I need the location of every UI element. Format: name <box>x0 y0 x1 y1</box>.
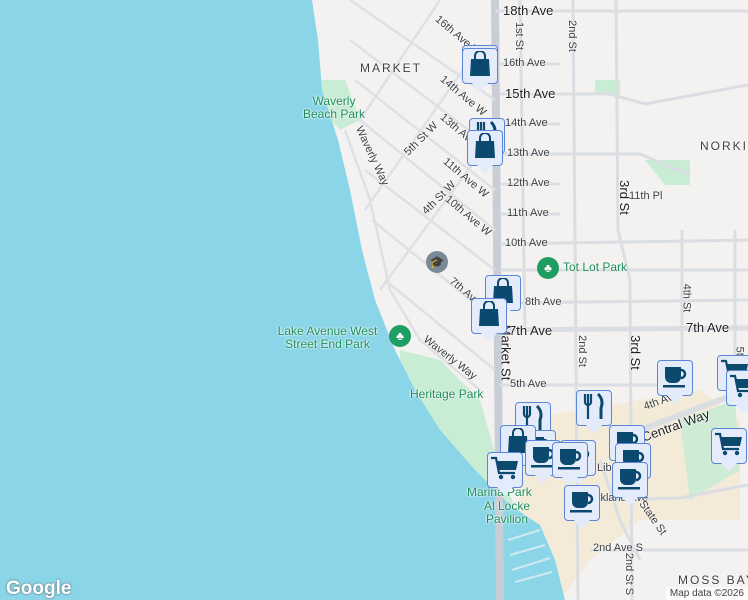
park-label[interactable]: Lake Avenue West Street End Park <box>265 325 390 351</box>
park-pin-icon[interactable]: ♣ <box>537 257 559 279</box>
street-label: 2nd St S <box>623 552 636 596</box>
park-label[interactable]: Al Locke Pavilion <box>477 500 537 526</box>
shopping-bag-icon <box>477 299 501 332</box>
street-label: 11th Ave <box>507 207 549 219</box>
street-label: 11th Pl <box>629 190 663 202</box>
shopping-bag-marker[interactable] <box>462 48 498 92</box>
restaurant-icon <box>582 392 606 425</box>
street-label: 14th Ave <box>505 117 548 129</box>
park-pin-icon[interactable]: ♣ <box>389 325 411 347</box>
shopping-cart-marker[interactable] <box>711 428 747 472</box>
street-label: 8th Ave <box>525 296 562 308</box>
park-label[interactable]: Waverly Beach Park <box>298 95 370 121</box>
coffee-icon <box>661 364 689 393</box>
street-label: 3rd St <box>627 335 643 370</box>
street-label: 7th Ave <box>686 320 730 335</box>
shopping-bag-marker[interactable] <box>471 298 507 342</box>
coffee-marker[interactable] <box>552 442 588 486</box>
shopping-bag-marker[interactable] <box>467 130 503 174</box>
map-attribution[interactable]: Map data ©2026 <box>665 587 748 600</box>
neighborhood-label: NORKIRK <box>700 139 748 153</box>
shopping-cart-icon <box>729 373 748 404</box>
street-label: 18th Ave <box>503 3 554 18</box>
street-label: 2nd St <box>575 335 588 367</box>
google-logo: Google <box>6 578 72 599</box>
street-label: 15th Ave <box>505 86 556 101</box>
shopping-cart-marker[interactable] <box>726 370 748 414</box>
street-label: 1st St <box>513 21 526 51</box>
shopping-cart-icon <box>714 431 744 462</box>
street-label: 16th Ave <box>503 57 546 69</box>
library-label: Lib <box>597 462 612 474</box>
coffee-marker[interactable] <box>657 360 693 404</box>
street-label: 2nd St <box>565 20 578 52</box>
street-label: 3rd St <box>616 180 632 215</box>
street-label: 12th Ave <box>507 177 550 189</box>
school-pin-icon[interactable]: 🎓 <box>426 251 448 273</box>
street-label: 2nd Ave S <box>593 542 643 554</box>
coffee-icon <box>556 446 584 475</box>
park-label[interactable]: Heritage Park <box>410 388 483 401</box>
street-label: 13th Ave <box>507 147 550 159</box>
shopping-bag-icon <box>473 131 497 164</box>
coffee-icon <box>568 489 596 518</box>
shopping-cart-icon <box>490 455 520 486</box>
coffee-icon <box>616 466 644 495</box>
street-label: 7th Ave <box>509 323 553 338</box>
park-label[interactable]: Tot Lot Park <box>563 261 627 274</box>
coffee-marker[interactable] <box>564 485 600 529</box>
street-label: 5th Ave <box>510 378 547 390</box>
neighborhood-label: MARKET <box>360 61 423 75</box>
street-label: 4th St <box>680 283 693 313</box>
street-label: 10th Ave <box>505 237 548 249</box>
neighborhood-label: MOSS BAY <box>678 573 748 587</box>
map-canvas[interactable] <box>0 0 748 600</box>
restaurant-marker[interactable] <box>576 390 612 434</box>
coffee-marker[interactable] <box>612 462 648 506</box>
shopping-cart-marker[interactable] <box>487 452 523 496</box>
shopping-bag-icon <box>468 49 492 82</box>
